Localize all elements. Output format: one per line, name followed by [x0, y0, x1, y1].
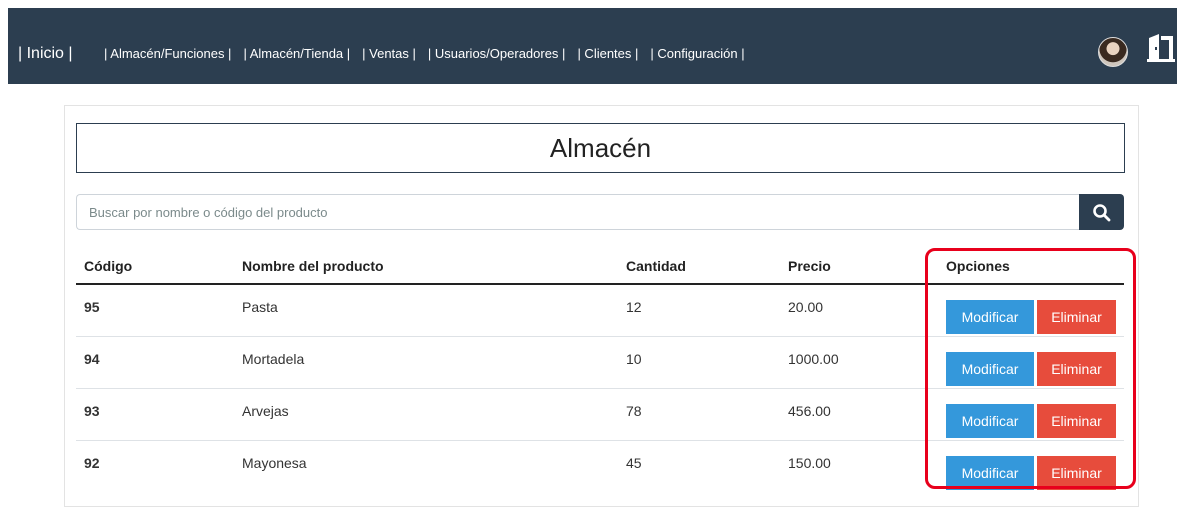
- column-header-options: Opciones: [946, 258, 1010, 274]
- modify-button[interactable]: Modificar: [946, 404, 1034, 438]
- product-name: Mortadela: [242, 351, 305, 367]
- door-exit-icon[interactable]: [1145, 32, 1177, 64]
- table-row: 94 Mortadela 10 1000.00 Modificar Elimin…: [76, 337, 1124, 389]
- table-row: 95 Pasta 12 20.00 Modificar Eliminar: [76, 285, 1124, 337]
- nav-link-configuracion[interactable]: | Configuración |: [650, 46, 744, 62]
- delete-button[interactable]: Eliminar: [1037, 300, 1116, 334]
- delete-button[interactable]: Eliminar: [1037, 404, 1116, 438]
- nav-link-almacen-tienda[interactable]: | Almacén/Tienda |: [243, 46, 350, 62]
- delete-button[interactable]: Eliminar: [1037, 456, 1116, 490]
- modify-button[interactable]: Modificar: [946, 352, 1034, 386]
- product-price: 456.00: [788, 403, 831, 419]
- search-button[interactable]: [1079, 194, 1124, 230]
- column-header-quantity: Cantidad: [626, 258, 686, 274]
- product-quantity: 12: [626, 299, 642, 315]
- column-header-name: Nombre del producto: [242, 258, 384, 274]
- nav-links: | Almacén/Funciones | | Almacén/Tienda |…: [104, 46, 757, 62]
- product-price: 150.00: [788, 455, 831, 471]
- modify-button[interactable]: Modificar: [946, 456, 1034, 490]
- product-name: Pasta: [242, 299, 278, 315]
- nav-link-almacen-funciones[interactable]: | Almacén/Funciones |: [104, 46, 231, 62]
- search-input[interactable]: [76, 194, 1079, 230]
- product-quantity: 10: [626, 351, 642, 367]
- product-price: 20.00: [788, 299, 824, 315]
- product-code: 95: [84, 299, 100, 315]
- modify-button[interactable]: Modificar: [946, 300, 1034, 334]
- nav-home-link[interactable]: | Inicio |: [18, 44, 73, 64]
- delete-button[interactable]: Eliminar: [1037, 352, 1116, 386]
- user-avatar[interactable]: [1098, 37, 1128, 67]
- product-code: 93: [84, 403, 100, 419]
- product-code: 92: [84, 455, 100, 471]
- product-code: 94: [84, 351, 100, 367]
- nav-link-ventas[interactable]: | Ventas |: [362, 46, 416, 62]
- product-quantity: 45: [626, 455, 642, 471]
- product-price: 1000.00: [788, 351, 839, 367]
- table-row: 93 Arvejas 78 456.00 Modificar Eliminar: [76, 389, 1124, 441]
- search-icon: [1093, 204, 1111, 222]
- table-row: 92 Mayonesa 45 150.00 Modificar Eliminar: [76, 441, 1124, 493]
- top-navbar: | Inicio | | Almacén/Funciones | | Almac…: [8, 8, 1177, 84]
- page-title: Almacén: [76, 123, 1125, 173]
- nav-link-usuarios-operadores[interactable]: | Usuarios/Operadores |: [428, 46, 566, 62]
- column-header-code: Código: [84, 258, 133, 274]
- product-quantity: 78: [626, 403, 642, 419]
- product-name: Arvejas: [242, 403, 289, 419]
- nav-link-clientes[interactable]: | Clientes |: [577, 46, 638, 62]
- product-name: Mayonesa: [242, 455, 307, 471]
- column-header-price: Precio: [788, 258, 831, 274]
